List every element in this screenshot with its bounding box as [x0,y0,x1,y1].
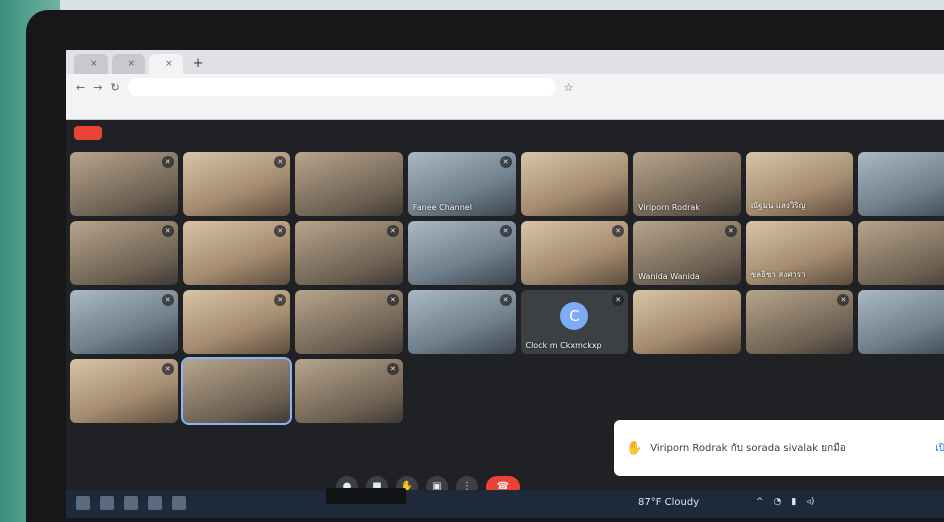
participant-tile[interactable]: Viriporn Rodrak [633,152,741,216]
participant-avatar: C [560,301,589,330]
mic-off-icon: ✕ [499,156,512,168]
participant-name: ณัฐมน แสงวิริญ [750,201,806,210]
mic-off-icon: ✕ [499,225,512,237]
windows-taskbar: 87°F Cloudy ^ ◔ ▮ ◃) [66,490,944,518]
mic-off-icon: ✕ [161,363,174,375]
participant-tile[interactable] [633,290,741,354]
weather-widget[interactable]: 87°F Cloudy [638,497,699,508]
mic-off-icon: ✕ [161,225,174,237]
taskbar-apps [76,496,186,510]
mic-off-icon: ✕ [161,294,174,306]
mic-off-icon: ✕ [386,294,399,306]
participant-tile[interactable]: ✕ [858,221,944,285]
participant-tile[interactable] [180,357,293,425]
participant-tile[interactable]: ✕ Wanida Wanida [633,221,741,285]
open-view-link[interactable]: เปิดดู [935,441,944,456]
participant-tile[interactable]: ✕ [70,152,178,216]
participant-tile[interactable]: ✕ [70,359,178,423]
mic-off-icon: ✕ [612,294,625,306]
laptop: × × × + ← → ↻ ☆ ✕ ✕ ✕ Fanee Channel Viriporn… [26,10,944,522]
forward-icon[interactable]: → [93,81,102,94]
tab-strip: × × × + [66,50,944,74]
mic-off-icon: ✕ [274,225,287,237]
participant-tile[interactable]: ✕ [858,152,944,216]
mic-off-icon: ✕ [274,294,287,306]
task-view-icon[interactable] [124,496,138,510]
participant-tile[interactable]: ✕ [295,221,403,285]
new-tab-icon[interactable]: + [187,54,210,74]
participant-name: ชลธิชา สงศารา [750,270,806,279]
participant-tile[interactable]: ✕ Fanee Channel [407,152,516,216]
mic-off-icon: ✕ [161,156,174,168]
network-icon[interactable]: ◔ [774,497,782,507]
participant-tile[interactable]: ✕ [407,290,516,354]
browser-chrome: × × × + ← → ↻ ☆ [66,50,944,120]
mic-off-icon: ✕ [837,294,850,306]
participant-tile[interactable]: ✕ [745,290,854,354]
file-explorer-icon[interactable] [148,496,162,510]
recording-badge [74,126,102,140]
meeting-view: ✕ ✕ ✕ Fanee Channel Viriporn Rodrak ณัฐมน แสง… [66,120,944,518]
participant-tile[interactable]: ✕ [182,152,291,216]
browser-tab-active[interactable]: × [149,54,183,74]
url-field[interactable] [127,78,556,96]
close-icon[interactable]: × [165,59,173,69]
back-icon[interactable]: ← [76,81,85,94]
participant-tile[interactable]: ✕ [70,290,178,354]
address-bar-row: ← → ↻ ☆ [66,74,944,100]
participant-tile[interactable] [520,152,629,216]
participant-name: Wanida Wanida [638,272,700,281]
participant-tile[interactable]: ✕ [858,290,944,354]
battery-icon[interactable]: ▮ [791,497,796,507]
participant-tile[interactable]: ✕ [295,359,403,423]
bookmarks-bar [66,100,944,120]
participant-tile[interactable]: ✕ [520,221,629,285]
close-icon[interactable]: × [90,59,98,69]
system-tray: ^ ◔ ▮ ◃) [756,497,814,507]
mic-off-icon: ✕ [386,363,399,375]
participant-name: Viriporn Rodrak [638,203,700,212]
participant-tile[interactable]: ✕ [407,221,516,285]
mic-off-icon: ✕ [612,225,625,237]
bookmark-star-icon[interactable]: ☆ [564,81,574,94]
participant-tile[interactable]: ชลธิชา สงศารา [745,221,854,285]
laptop-logo [326,488,406,504]
participant-name: Clock m Ckxmckxp [525,341,602,350]
browser-icon[interactable] [172,496,186,510]
volume-icon[interactable]: ◃) [806,497,814,507]
participant-grid: ✕ ✕ ✕ Fanee Channel Viriporn Rodrak ณัฐมน แสง… [70,152,944,425]
mic-off-icon: ✕ [499,294,512,306]
participant-tile[interactable]: ✕ [70,221,178,285]
notification-text: Viriporn Rodrak กับ sorada sivalak ยกมือ [650,442,846,454]
raised-hand-notification: ✋ Viriporn Rodrak กับ sorada sivalak ยกม… [614,420,944,476]
close-icon[interactable]: × [128,59,136,69]
participant-name: Fanee Channel [412,203,472,212]
participant-tile[interactable] [295,152,403,216]
mic-off-icon: ✕ [386,225,399,237]
browser-tab[interactable]: × [74,54,108,74]
browser-tab[interactable]: × [111,54,146,74]
participant-tile[interactable]: C ✕ Clock m Ckxmckxp [520,290,629,354]
participant-tile[interactable]: ✕ [182,221,291,285]
mic-off-icon: ✕ [724,225,737,237]
participant-tile[interactable]: ณัฐมน แสงวิริญ [745,152,854,216]
hand-icon: ✋ [626,440,643,456]
participant-tile[interactable]: ✕ [295,290,403,354]
chevron-up-icon[interactable]: ^ [756,497,764,507]
participant-tile[interactable]: ✕ [182,290,291,354]
mic-off-icon: ✕ [274,156,287,168]
windows-start-icon[interactable] [76,496,90,510]
reload-icon[interactable]: ↻ [110,81,119,94]
search-icon[interactable] [100,496,114,510]
laptop-screen: × × × + ← → ↻ ☆ ✕ ✕ ✕ Fanee Channel Viriporn… [66,50,944,518]
